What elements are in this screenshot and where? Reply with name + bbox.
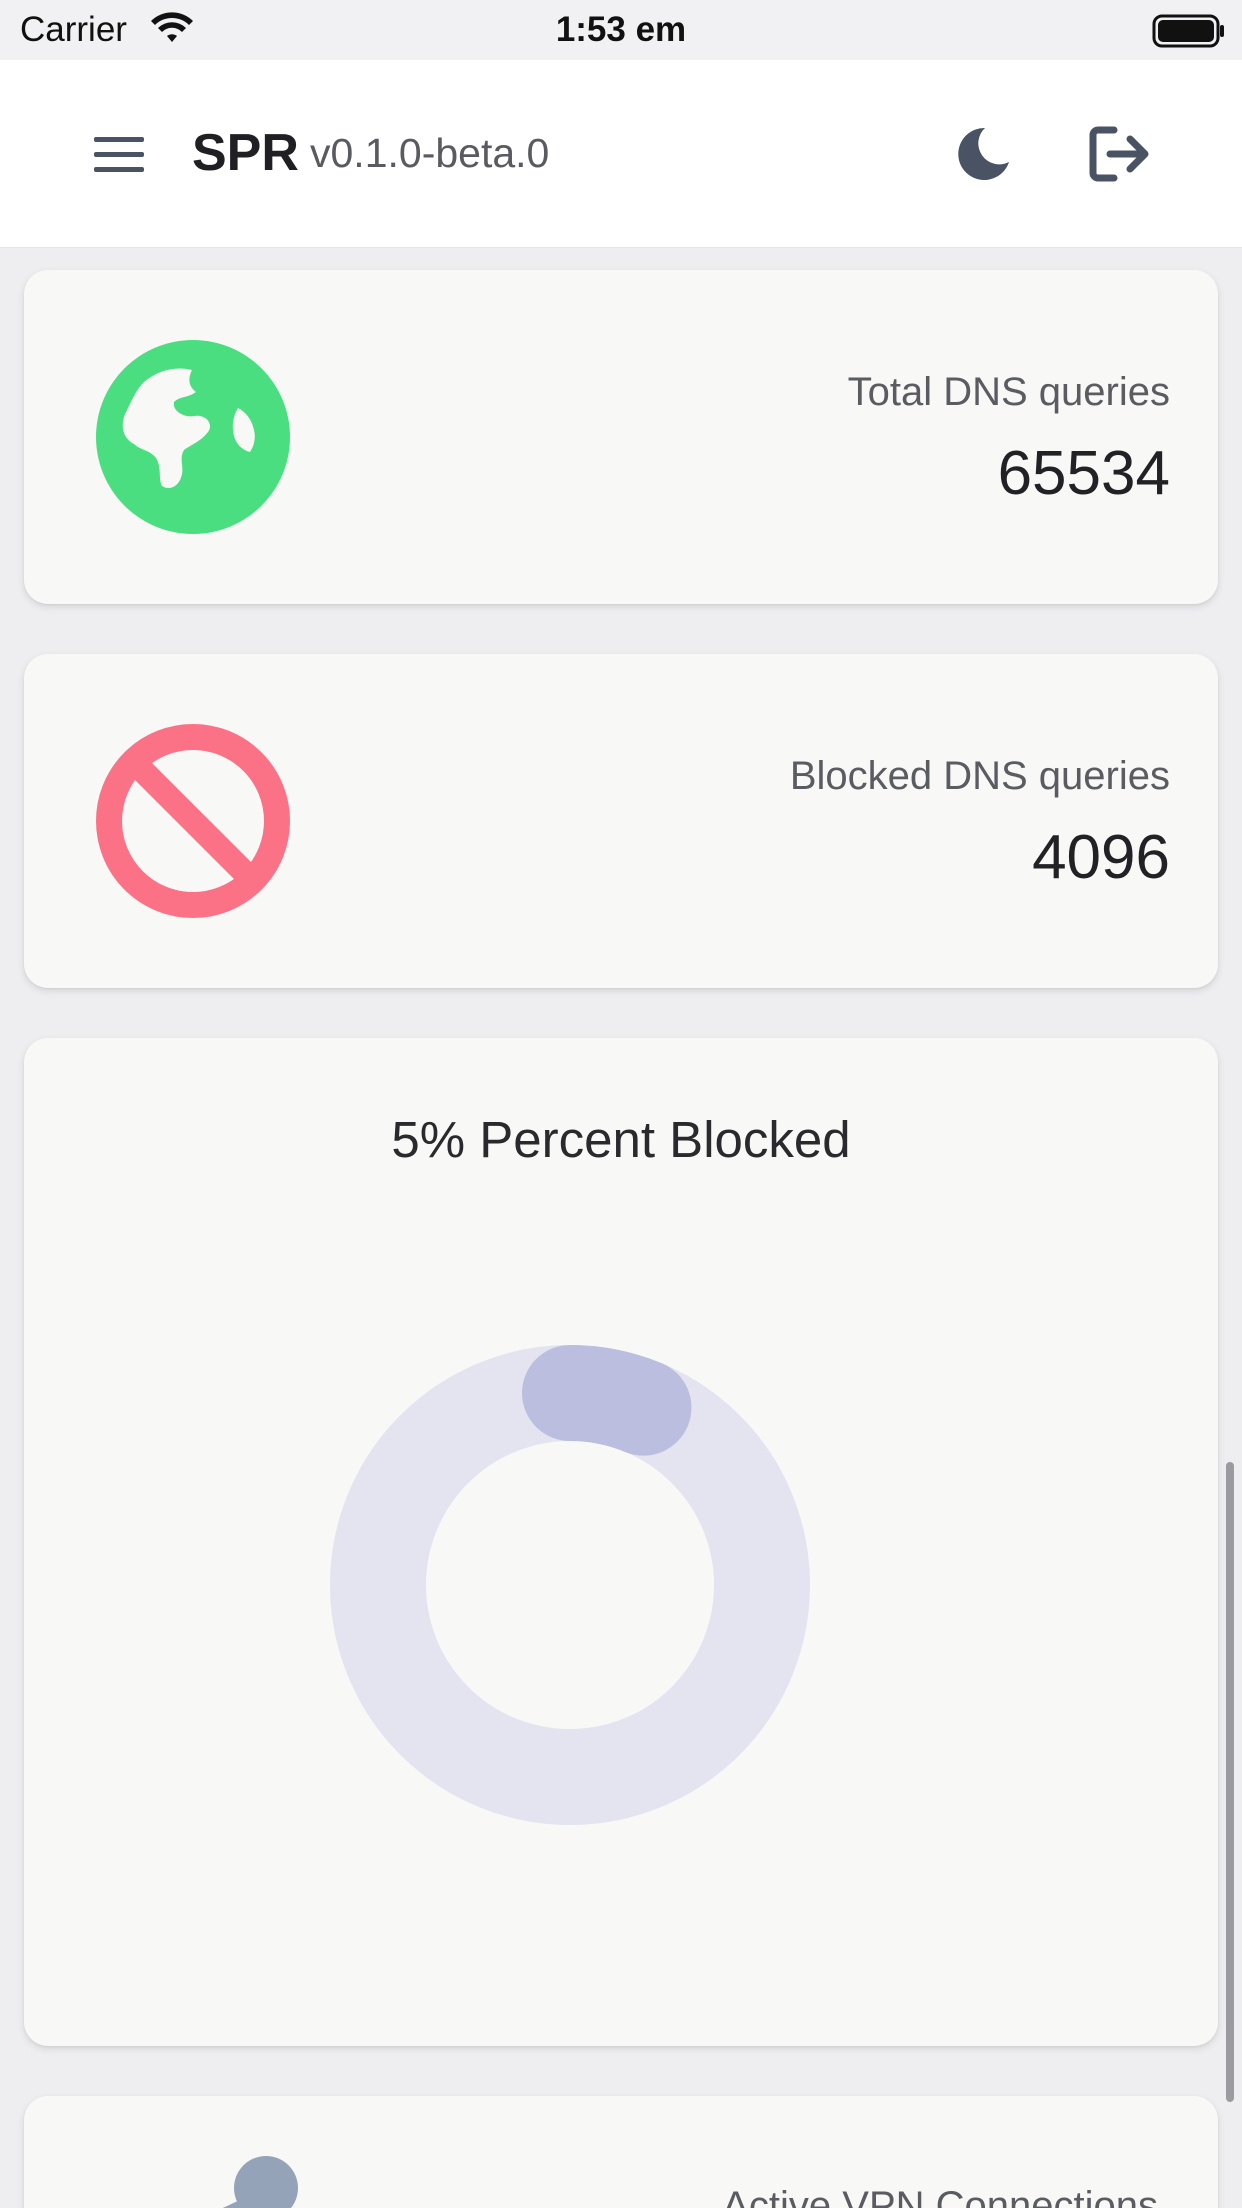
chart-slice-1 [330,1345,810,1825]
logout-icon[interactable] [1088,124,1152,184]
ban-icon [96,724,290,918]
vpn-label: Active VPN Connections [722,2184,1158,2208]
blocked-dns-label: Blocked DNS queries [789,754,1170,798]
globe-icon [96,340,290,534]
app-title: SPR [192,124,299,182]
blocked-dns-card: Blocked DNS queries 4096 [24,654,1218,988]
menu-icon[interactable] [92,135,148,175]
moon-icon[interactable] [955,126,1011,182]
blocked-dns-value: 4096 [1032,823,1170,892]
status-bar: Carrier 1:53 em [0,0,1242,60]
total-dns-card: Total DNS queries 65534 [24,270,1218,604]
total-dns-value: 65534 [997,439,1170,508]
app-version: v0.1.0-beta.0 [310,130,550,176]
total-dns-label: Total DNS queries [847,370,1170,414]
vpn-icon [222,2156,298,2208]
vpn-card: Active VPN Connections [24,2096,1218,2208]
doughnut-chart [330,1345,810,1825]
app-header: SPR v0.1.0-beta.0 [0,60,1242,248]
status-time: 1:53 em [555,10,687,49]
chart-slice-0 [522,1345,692,1456]
battery-icon [1152,14,1224,48]
percent-blocked-card: 5% Percent Blocked [24,1038,1218,2046]
scrollbar[interactable] [1226,1462,1234,2102]
